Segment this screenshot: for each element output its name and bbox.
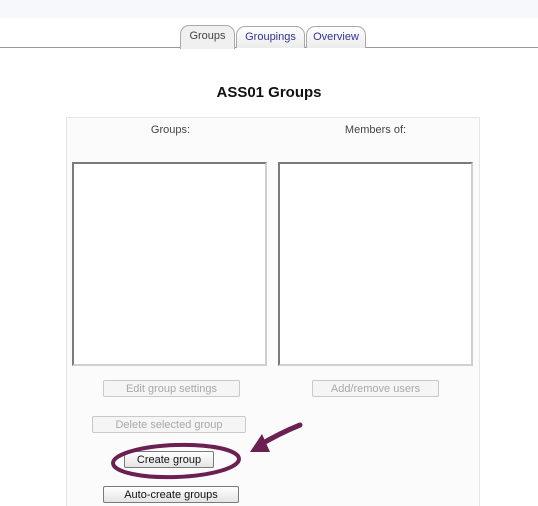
tab-overview[interactable]: Overview <box>306 26 366 48</box>
auto-create-groups-button[interactable]: Auto-create groups <box>103 486 239 503</box>
create-group-button[interactable]: Create group <box>124 451 214 468</box>
page-title: ASS01 Groups <box>216 84 322 101</box>
members-column-label: Members of: <box>344 124 407 136</box>
add-remove-users-button[interactable]: Add/remove users <box>312 380 439 397</box>
edit-group-settings-button[interactable]: Edit group settings <box>103 380 240 397</box>
tab-bar: Groups Groupings Overview <box>0 0 538 49</box>
groups-listbox[interactable] <box>72 162 267 366</box>
tab-groupings[interactable]: Groupings <box>236 26 305 48</box>
members-listbox[interactable] <box>278 162 473 366</box>
delete-selected-group-button[interactable]: Delete selected group <box>92 416 246 433</box>
groups-column-label: Groups: <box>150 124 191 136</box>
tab-groups[interactable]: Groups <box>180 25 235 49</box>
